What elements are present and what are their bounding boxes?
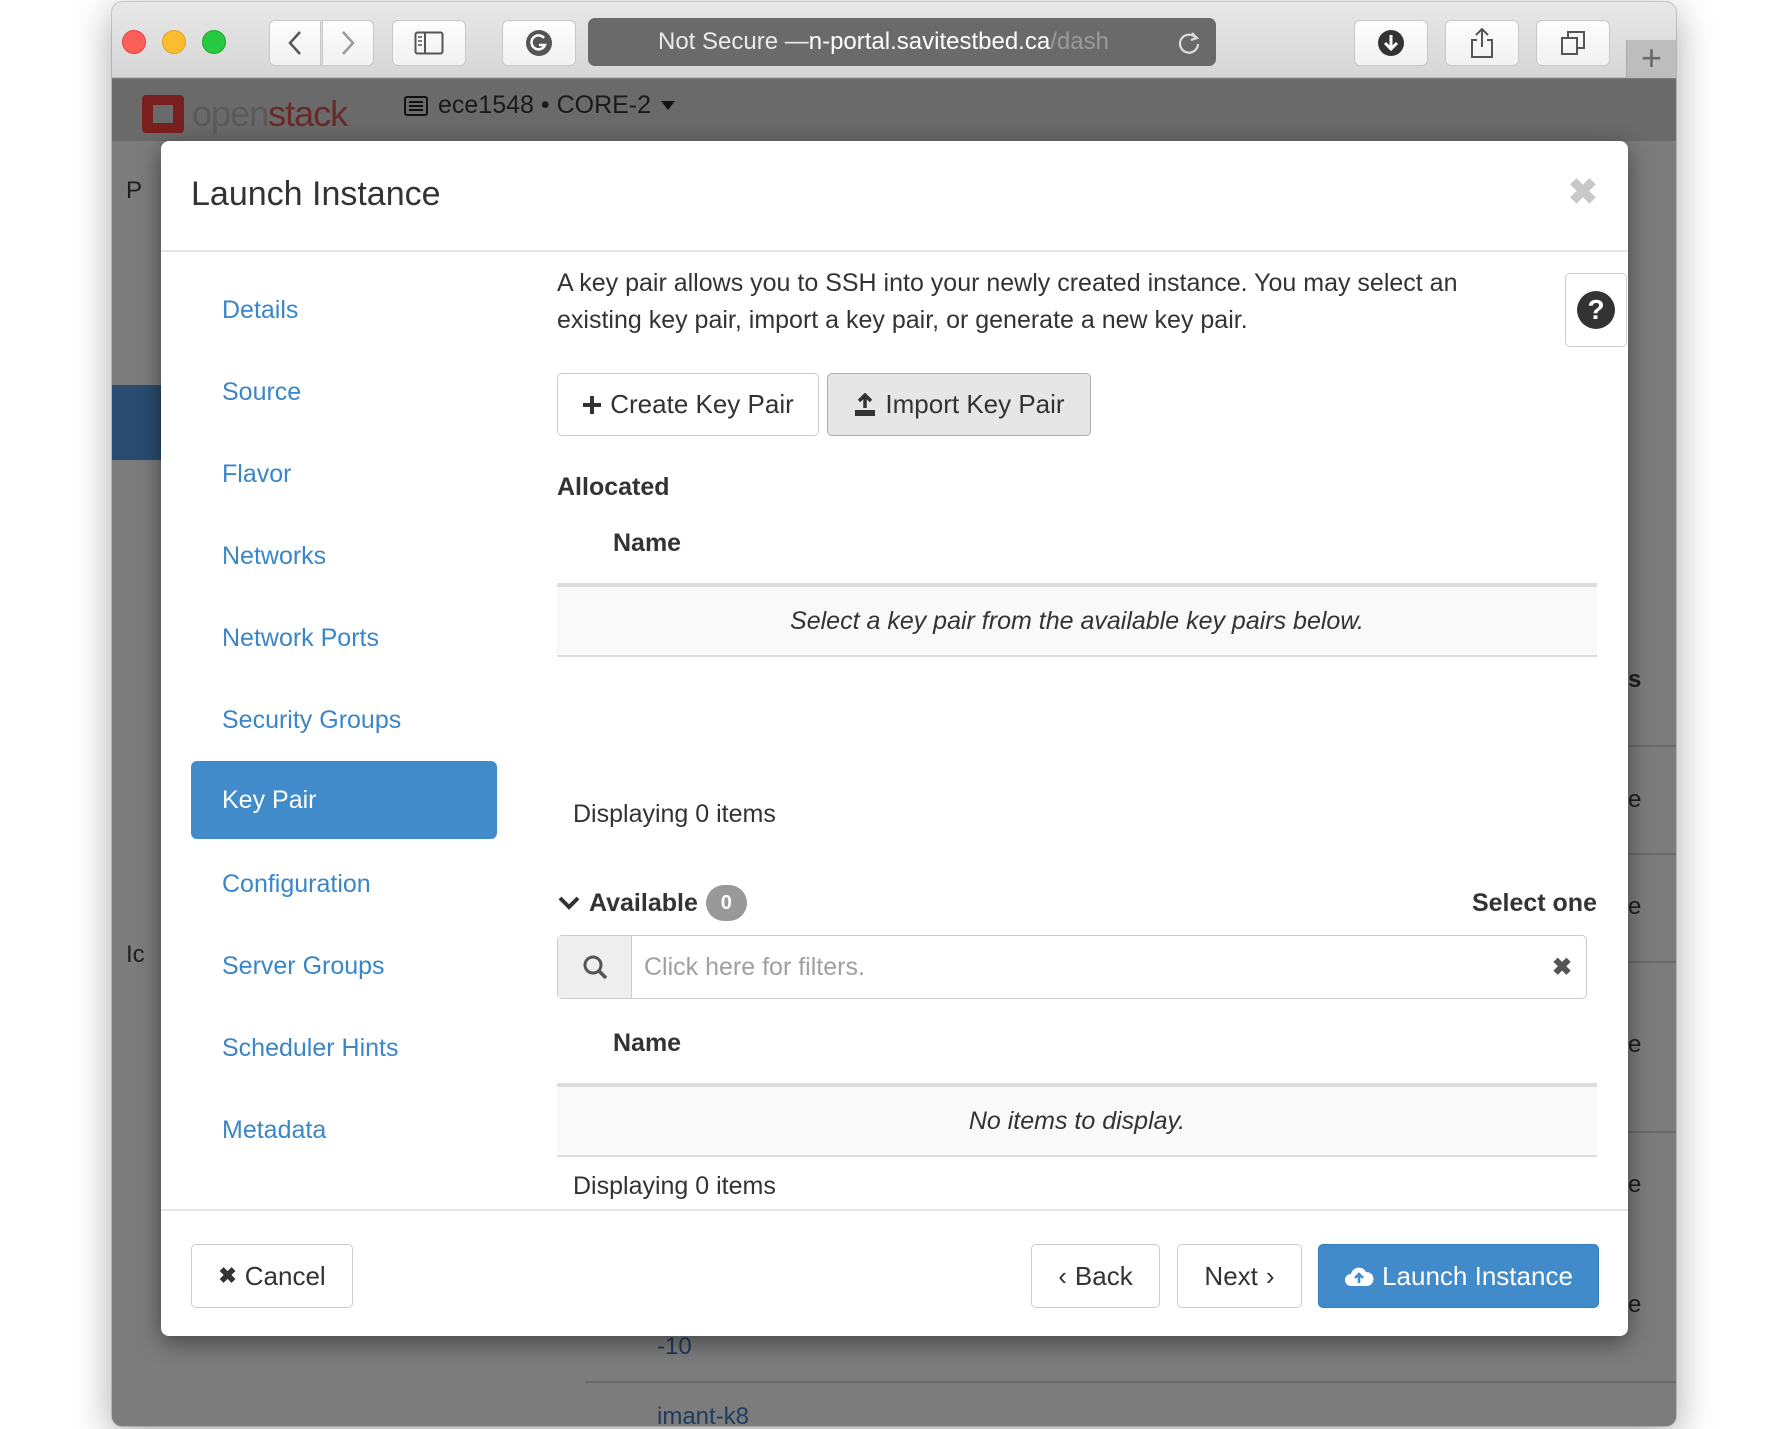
search-icon bbox=[583, 955, 607, 980]
chevron-right-icon bbox=[342, 31, 355, 55]
intro-text: A key pair allows you to SSH into your n… bbox=[557, 269, 1458, 334]
nav-item-configuration[interactable]: Configuration bbox=[191, 845, 497, 923]
share-icon bbox=[1471, 27, 1493, 58]
project-list-icon bbox=[404, 95, 428, 116]
openstack-logo[interactable]: openstack bbox=[142, 93, 348, 135]
background-fragment: e bbox=[1628, 1031, 1642, 1058]
footer-divider bbox=[161, 1209, 1628, 1211]
available-empty-row: No items to display. bbox=[557, 1087, 1597, 1157]
nav-item-security-groups[interactable]: Security Groups bbox=[191, 681, 497, 759]
back-nav-button[interactable] bbox=[269, 20, 321, 66]
close-window-button[interactable] bbox=[122, 30, 146, 54]
plus-icon bbox=[583, 395, 602, 414]
nav-item-details[interactable]: Details bbox=[191, 271, 497, 349]
address-bar[interactable]: Not Secure — n-portal.savitestbed.ca /da… bbox=[588, 18, 1216, 66]
zoom-window-button[interactable] bbox=[202, 30, 226, 54]
background-heading-fragment: P bbox=[126, 177, 143, 204]
upload-icon bbox=[855, 392, 876, 416]
background-fragment: e bbox=[1628, 893, 1642, 920]
background-fragment: e bbox=[1628, 786, 1642, 813]
project-selector[interactable]: ece1548 • CORE-2 bbox=[404, 91, 676, 120]
available-count: Displaying 0 items bbox=[573, 1172, 776, 1200]
allocated-label: Allocated bbox=[557, 473, 670, 501]
modal-title: Launch Instance bbox=[191, 175, 441, 213]
nav-item-flavor[interactable]: Flavor bbox=[191, 435, 497, 513]
grammarly-icon bbox=[526, 30, 552, 56]
available-count-badge: 0 bbox=[705, 885, 747, 921]
launch-instance-button[interactable]: Launch Instance bbox=[1318, 1244, 1599, 1308]
allocated-empty-row: Select a key pair from the available key… bbox=[557, 587, 1597, 657]
svg-text:?: ? bbox=[1587, 294, 1604, 325]
download-icon bbox=[1378, 30, 1404, 56]
select-one-hint: Select one bbox=[1471, 889, 1597, 917]
available-label: Available bbox=[589, 888, 698, 917]
reload-icon[interactable] bbox=[1176, 30, 1202, 56]
cancel-button[interactable]: ✖ Cancel bbox=[191, 1244, 353, 1308]
create-key-pair-label: Create Key Pair bbox=[610, 389, 794, 419]
clear-filter-icon[interactable]: ✖ bbox=[1538, 936, 1586, 998]
background-row-link: imant-k8 bbox=[657, 1403, 750, 1426]
filter-input[interactable] bbox=[632, 936, 1538, 998]
header-divider bbox=[161, 250, 1628, 252]
background-fragment: e bbox=[1628, 1171, 1642, 1198]
nav-item-metadata[interactable]: Metadata bbox=[191, 1091, 497, 1169]
chevron-left-icon bbox=[288, 31, 301, 55]
forward-nav-button[interactable] bbox=[322, 20, 374, 66]
allocated-name-column[interactable]: Name bbox=[613, 529, 681, 558]
available-toggle[interactable]: Available 0 bbox=[557, 885, 747, 921]
sidebar-icon bbox=[414, 31, 444, 55]
back-button[interactable]: ‹ Back bbox=[1031, 1244, 1160, 1308]
nav-item-source[interactable]: Source bbox=[191, 353, 497, 431]
openstack-logo-icon bbox=[142, 95, 184, 133]
nav-item-server-groups[interactable]: Server Groups bbox=[191, 927, 497, 1005]
address-path: /dash bbox=[1050, 28, 1109, 55]
project-selector-label: ece1548 • CORE-2 bbox=[438, 91, 652, 119]
new-tab-button[interactable]: + bbox=[1626, 40, 1676, 78]
extension-button[interactable] bbox=[502, 20, 576, 66]
close-icon: ✖ bbox=[218, 1263, 237, 1288]
nav-item-network-ports[interactable]: Network Ports bbox=[191, 599, 497, 677]
sidebar-toggle-button[interactable] bbox=[392, 20, 466, 66]
back-label: Back bbox=[1074, 1260, 1133, 1291]
tabs-overview-button[interactable] bbox=[1536, 20, 1610, 66]
openstack-header: openstack ece1548 • CORE-2 bbox=[112, 79, 1676, 141]
cloud-upload-icon bbox=[1345, 1267, 1374, 1286]
background-fragment: s bbox=[1628, 666, 1642, 693]
address-prefix: Not Secure — bbox=[658, 28, 809, 55]
logo-text-open: open bbox=[192, 93, 269, 134]
launch-instance-label: Launch Instance bbox=[1382, 1260, 1573, 1291]
allocated-count: Displaying 0 items bbox=[573, 800, 776, 828]
downloads-button[interactable] bbox=[1354, 20, 1428, 66]
import-key-pair-label: Import Key Pair bbox=[885, 389, 1065, 419]
browser-toolbar: Not Secure — n-portal.savitestbed.ca /da… bbox=[112, 2, 1676, 78]
nav-item-scheduler-hints[interactable]: Scheduler Hints bbox=[191, 1009, 497, 1087]
logo-text-stack: stack bbox=[268, 93, 348, 134]
available-name-column[interactable]: Name bbox=[613, 1029, 681, 1058]
create-key-pair-button[interactable]: Create Key Pair bbox=[557, 373, 819, 436]
question-circle-icon: ? bbox=[1577, 291, 1615, 329]
chevron-right-icon: › bbox=[1265, 1260, 1275, 1291]
minimize-window-button[interactable] bbox=[162, 30, 186, 54]
nav-item-key-pair[interactable]: Key Pair bbox=[191, 761, 497, 839]
launch-instance-modal: Launch Instance ✖ Details Source Flavor … bbox=[161, 141, 1628, 1336]
close-icon[interactable]: ✖ bbox=[1568, 171, 1598, 213]
import-key-pair-button[interactable]: Import Key Pair bbox=[827, 373, 1091, 436]
search-addon bbox=[558, 936, 632, 998]
tabs-icon bbox=[1561, 31, 1585, 55]
help-button[interactable]: ? bbox=[1565, 273, 1627, 347]
filter-bar: ✖ bbox=[557, 935, 1587, 999]
caret-down-icon bbox=[661, 100, 676, 110]
nav-item-networks[interactable]: Networks bbox=[191, 517, 497, 595]
share-button[interactable] bbox=[1445, 20, 1519, 66]
next-label: Next bbox=[1204, 1260, 1258, 1291]
background-label-fragment: Ic bbox=[126, 941, 145, 968]
background-row-link: -10 bbox=[657, 1333, 692, 1360]
chevron-down-icon bbox=[558, 896, 580, 910]
cancel-label: Cancel bbox=[244, 1260, 326, 1291]
background-fragment: e bbox=[1628, 1291, 1642, 1318]
next-button[interactable]: Next › bbox=[1177, 1244, 1302, 1308]
chevron-left-icon: ‹ bbox=[1058, 1260, 1067, 1291]
address-host: n-portal.savitestbed.ca bbox=[808, 28, 1051, 55]
background-row-divider bbox=[585, 1381, 1676, 1383]
